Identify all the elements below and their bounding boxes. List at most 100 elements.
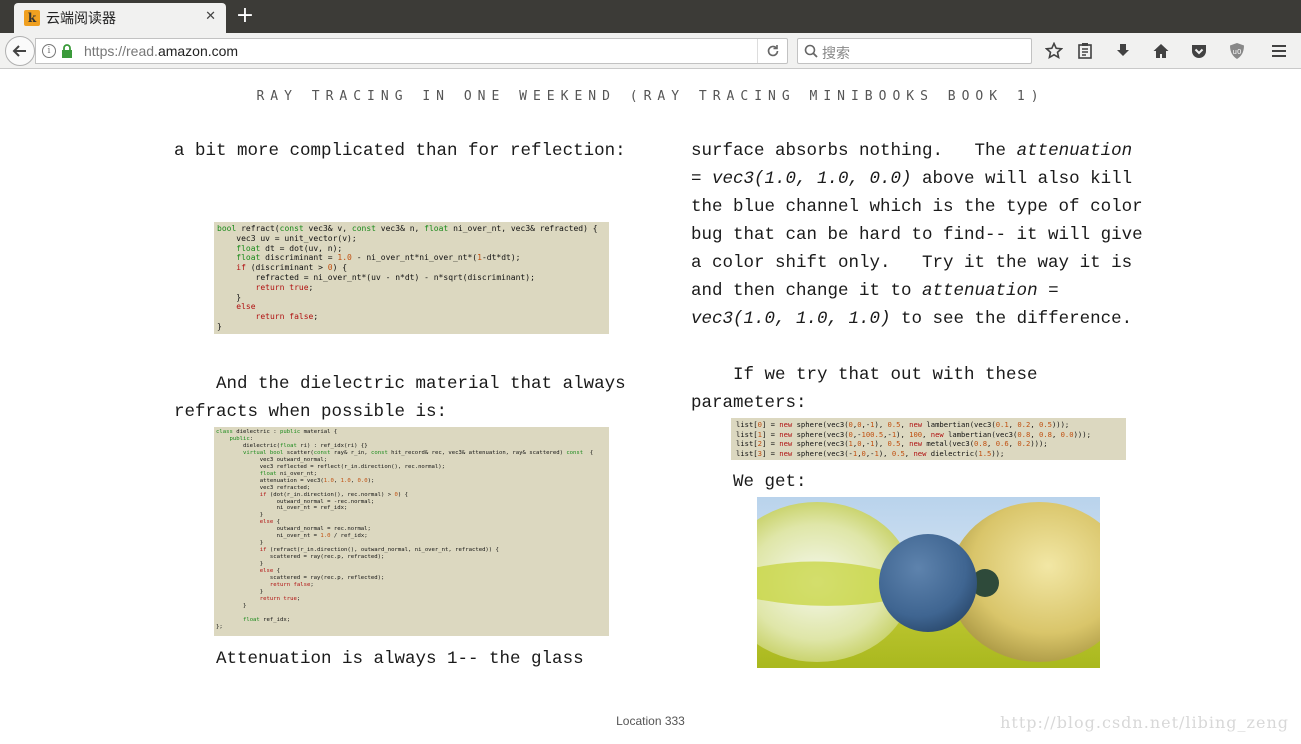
running-head: RAY TRACING IN ONE WEEKEND (RAY TRACING … <box>256 89 1045 104</box>
rendered-spheres-image <box>757 497 1100 668</box>
code-line: vec3 outward_normal; <box>216 456 328 463</box>
home-icon <box>1153 44 1169 58</box>
close-tab-icon[interactable]: ✕ <box>205 9 216 24</box>
code-line: list[0] = new sphere(vec3(0,0,-1), 0.5, … <box>736 420 1070 429</box>
code-line: public: <box>229 435 254 442</box>
code-line: class dielectric : public material { <box>216 429 338 435</box>
code-line: scattered = ray(rec.p, refracted); <box>216 554 385 561</box>
tab-reader[interactable]: k 云端阅读器 ✕ <box>14 3 226 33</box>
code-line: vec3 reflected = reflect(r_in.direction(… <box>216 463 446 470</box>
star-icon <box>1045 42 1063 59</box>
left-column-text: And the dielectric material that always … <box>174 370 626 426</box>
downloads-button[interactable] <box>1112 40 1134 62</box>
code-line: } <box>216 561 264 568</box>
home-button[interactable] <box>1150 40 1172 62</box>
code-line: ni_over_nt = 1.0 / ref_idx; <box>216 533 368 540</box>
tab-title: 云端阅读器 <box>46 11 116 27</box>
right-column-text: We get: <box>691 468 807 496</box>
code-line: ni_over_nt = ref_idx; <box>216 505 348 512</box>
code-line: float discriminant = 1.0 - ni_over_nt*ni… <box>236 253 521 263</box>
code-line: outward_normal = rec.normal; <box>216 526 371 533</box>
code-line: list[1] = new sphere(vec3(0,-100.5,-1), … <box>736 429 1091 439</box>
text-line: If we try that out with these <box>691 365 1038 385</box>
code-line: } <box>216 588 264 595</box>
hamburger-menu-icon <box>1272 45 1286 57</box>
code-line: float ni_over_nt; <box>259 470 318 477</box>
pocket-button[interactable] <box>1188 40 1210 62</box>
code-line: outward_normal = -rec.normal; <box>216 498 375 505</box>
code-line: float dt = dot(uv, n); <box>236 243 343 253</box>
left-column-text: Attenuation is always 1-- the glass <box>174 645 584 673</box>
code-line: return true; <box>255 282 314 292</box>
watermark: http://blog.csdn.net/libing_zeng <box>1000 713 1289 732</box>
lock-icon <box>62 44 72 58</box>
code-block-sphere-list: list[0] = new sphere(vec3(0,0,-1), 0.5, … <box>731 418 1126 460</box>
text-line: a color shift only. Try it the way it is <box>691 253 1133 273</box>
search-icon <box>804 44 818 58</box>
info-icon[interactable]: i <box>42 44 56 58</box>
text-line: bug that can be hard to find-- it will g… <box>691 225 1143 245</box>
code-line: float ref_idx; <box>242 616 291 623</box>
code-line: }; <box>216 623 223 630</box>
kindle-favicon-icon: k <box>24 10 40 26</box>
code-line: } <box>216 540 264 547</box>
code-line: bool refract(const vec3& v, const vec3& … <box>217 224 598 233</box>
new-tab-button[interactable]: + <box>233 4 257 28</box>
code-line: if (dot(r_in.direction(), rec.normal) > … <box>259 491 408 498</box>
text-line: surface absorbs nothing. The attenuation <box>691 141 1133 161</box>
text-line: parameters: <box>691 393 807 413</box>
code-line: vec3 uv = unit_vector(v); <box>217 233 357 243</box>
code-line: attenuation = vec3(1.0, 1.0, 0.0); <box>216 477 375 484</box>
code-line: return true; <box>259 595 301 602</box>
search-placeholder: 搜索 <box>822 46 850 62</box>
code-line: if (refract(r_in.direction(), outward_no… <box>259 547 499 554</box>
text-line: refracts when possible is: <box>174 402 448 422</box>
ublock-button[interactable]: u0 <box>1226 40 1248 62</box>
code-line: } <box>217 292 242 302</box>
download-arrow-icon <box>1117 44 1129 56</box>
svg-text:u0: u0 <box>1233 48 1242 56</box>
code-line: else <box>236 302 256 312</box>
text-line: And the dielectric material that always <box>174 374 626 394</box>
code-line: } <box>216 602 247 609</box>
text-line: vec3(1.0, 1.0, 1.0) to see the differenc… <box>691 309 1133 329</box>
right-column-text: surface absorbs nothing. The attenuation… <box>691 137 1143 417</box>
text-line: the blue channel which is the type of co… <box>691 197 1143 217</box>
code-line: return false; <box>269 581 314 588</box>
navigation-toolbar: i https://read.amazon.com 搜索 u0 <box>0 33 1301 69</box>
shield-icon: u0 <box>1230 43 1244 59</box>
clipboard-icon <box>1078 43 1092 59</box>
arrow-left-icon <box>12 45 26 57</box>
text-line: Attenuation is always 1-- the glass <box>174 649 584 669</box>
code-line: scattered = ray(rec.p, reflected); <box>216 575 385 582</box>
text-line: a bit more complicated than for reflecti… <box>174 141 626 161</box>
code-line: return false; <box>255 312 319 322</box>
pocket-icon <box>1192 45 1206 58</box>
code-line: list[2] = new sphere(vec3(1,0,-1), 0.5, … <box>736 439 1048 449</box>
code-line: list[3] = new sphere(vec3(-1,0,-1), 0.5,… <box>736 448 1005 458</box>
code-block-refract: bool refract(const vec3& v, const vec3& … <box>214 222 609 334</box>
reload-button[interactable] <box>757 39 787 63</box>
tab-strip: k 云端阅读器 ✕ + <box>0 0 1301 33</box>
reading-list-button[interactable] <box>1074 40 1096 62</box>
reload-icon <box>767 45 778 57</box>
code-line: } <box>216 512 264 519</box>
code-block-dielectric: class dielectric : public material { pub… <box>214 427 609 636</box>
code-line: vec3 refracted; <box>216 484 311 491</box>
code-line: refracted = ni_over_nt*(uv - n*dt) - n*s… <box>217 272 535 282</box>
code-line: } <box>217 321 222 331</box>
menu-button[interactable] <box>1268 40 1290 62</box>
text-line: We get: <box>691 472 807 492</box>
code-line: virtual bool scatter(const ray& r_in, co… <box>242 449 594 456</box>
bookmark-star-button[interactable] <box>1043 40 1065 62</box>
search-bar[interactable]: 搜索 <box>797 38 1032 64</box>
code-line: if (discriminant > 0) { <box>236 263 348 273</box>
code-line: else { <box>259 519 281 526</box>
url-bar[interactable]: i https://read.amazon.com <box>35 38 788 64</box>
url-text[interactable]: https://read.amazon.com <box>84 43 238 59</box>
back-button[interactable] <box>5 36 35 66</box>
code-line: dielectric(float ri) : ref_idx(ri) {} <box>216 442 368 449</box>
text-line: and then change it to attenuation = <box>691 281 1059 301</box>
left-column-text: a bit more complicated than for reflecti… <box>174 137 626 165</box>
